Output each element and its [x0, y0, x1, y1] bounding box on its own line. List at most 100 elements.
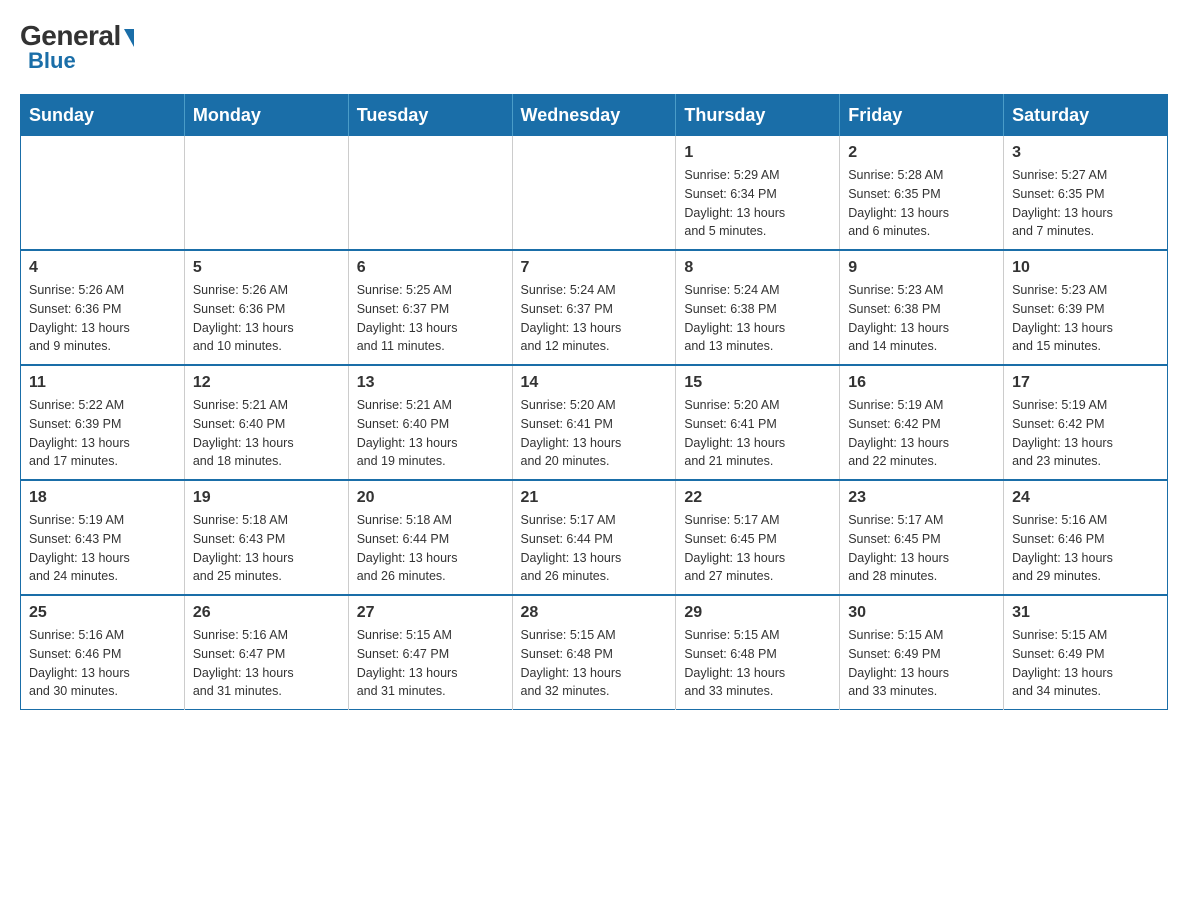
day-number: 31 — [1012, 604, 1159, 622]
calendar-week-row: 4 Sunrise: 5:26 AM Sunset: 6:36 PM Daylig… — [21, 250, 1168, 365]
day-info: Sunrise: 5:23 AM Sunset: 6:39 PM Dayligh… — [1012, 281, 1159, 356]
calendar-day-cell — [512, 136, 676, 250]
day-info: Sunrise: 5:21 AM Sunset: 6:40 PM Dayligh… — [193, 396, 340, 471]
day-number: 29 — [684, 604, 831, 622]
day-number: 20 — [357, 489, 504, 507]
day-of-week-header: Wednesday — [512, 95, 676, 137]
calendar-day-cell: 17 Sunrise: 5:19 AM Sunset: 6:42 PM Dayli… — [1004, 365, 1168, 480]
calendar-week-row: 18 Sunrise: 5:19 AM Sunset: 6:43 PM Dayli… — [21, 480, 1168, 595]
day-number: 24 — [1012, 489, 1159, 507]
day-number: 14 — [521, 374, 668, 392]
calendar-day-cell — [348, 136, 512, 250]
calendar-day-cell: 6 Sunrise: 5:25 AM Sunset: 6:37 PM Daylig… — [348, 250, 512, 365]
day-info: Sunrise: 5:19 AM Sunset: 6:42 PM Dayligh… — [848, 396, 995, 471]
calendar-day-cell: 2Sunrise: 5:28 AM Sunset: 6:35 PM Daylig… — [840, 136, 1004, 250]
calendar-day-cell: 10 Sunrise: 5:23 AM Sunset: 6:39 PM Dayli… — [1004, 250, 1168, 365]
calendar-day-cell — [184, 136, 348, 250]
calendar-day-cell: 20 Sunrise: 5:18 AM Sunset: 6:44 PM Dayli… — [348, 480, 512, 595]
day-info: Sunrise: 5:23 AM Sunset: 6:38 PM Dayligh… — [848, 281, 995, 356]
day-number: 25 — [29, 604, 176, 622]
day-info: Sunrise: 5:22 AM Sunset: 6:39 PM Dayligh… — [29, 396, 176, 471]
day-info: Sunrise: 5:24 AM Sunset: 6:38 PM Dayligh… — [684, 281, 831, 356]
day-number: 21 — [521, 489, 668, 507]
day-number: 23 — [848, 489, 995, 507]
calendar-day-cell: 11 Sunrise: 5:22 AM Sunset: 6:39 PM Dayli… — [21, 365, 185, 480]
calendar-header-row: SundayMondayTuesdayWednesdayThursdayFrid… — [21, 95, 1168, 137]
page-header: General Blue — [20, 20, 1168, 74]
day-number: 12 — [193, 374, 340, 392]
day-number: 2 — [848, 144, 995, 162]
logo-blue-text: Blue — [28, 48, 76, 74]
calendar-day-cell: 25 Sunrise: 5:16 AM Sunset: 6:46 PM Dayli… — [21, 595, 185, 710]
calendar-day-cell: 5 Sunrise: 5:26 AM Sunset: 6:36 PM Daylig… — [184, 250, 348, 365]
day-info: Sunrise: 5:26 AM Sunset: 6:36 PM Dayligh… — [193, 281, 340, 356]
day-number: 13 — [357, 374, 504, 392]
calendar-day-cell — [21, 136, 185, 250]
day-number: 17 — [1012, 374, 1159, 392]
calendar-day-cell: 24Sunrise: 5:16 AM Sunset: 6:46 PM Dayli… — [1004, 480, 1168, 595]
day-info: Sunrise: 5:17 AM Sunset: 6:45 PM Dayligh… — [848, 511, 995, 586]
calendar-week-row: 1 Sunrise: 5:29 AM Sunset: 6:34 PM Daylig… — [21, 136, 1168, 250]
day-of-week-header: Tuesday — [348, 95, 512, 137]
day-number: 19 — [193, 489, 340, 507]
logo: General Blue — [20, 20, 134, 74]
calendar-day-cell: 19Sunrise: 5:18 AM Sunset: 6:43 PM Dayli… — [184, 480, 348, 595]
calendar-day-cell: 12 Sunrise: 5:21 AM Sunset: 6:40 PM Dayli… — [184, 365, 348, 480]
day-info: Sunrise: 5:19 AM Sunset: 6:42 PM Dayligh… — [1012, 396, 1159, 471]
calendar-day-cell: 23 Sunrise: 5:17 AM Sunset: 6:45 PM Dayli… — [840, 480, 1004, 595]
day-info: Sunrise: 5:25 AM Sunset: 6:37 PM Dayligh… — [357, 281, 504, 356]
day-info: Sunrise: 5:20 AM Sunset: 6:41 PM Dayligh… — [521, 396, 668, 471]
day-info: Sunrise: 5:15 AM Sunset: 6:49 PM Dayligh… — [1012, 626, 1159, 701]
day-number: 11 — [29, 374, 176, 392]
day-info: Sunrise: 5:19 AM Sunset: 6:43 PM Dayligh… — [29, 511, 176, 586]
day-number: 5 — [193, 259, 340, 277]
calendar-day-cell: 16 Sunrise: 5:19 AM Sunset: 6:42 PM Dayli… — [840, 365, 1004, 480]
day-info: Sunrise: 5:24 AM Sunset: 6:37 PM Dayligh… — [521, 281, 668, 356]
day-number: 22 — [684, 489, 831, 507]
calendar-day-cell: 18 Sunrise: 5:19 AM Sunset: 6:43 PM Dayli… — [21, 480, 185, 595]
day-number: 28 — [521, 604, 668, 622]
day-number: 4 — [29, 259, 176, 277]
day-info: Sunrise: 5:15 AM Sunset: 6:48 PM Dayligh… — [521, 626, 668, 701]
day-info: Sunrise: 5:15 AM Sunset: 6:48 PM Dayligh… — [684, 626, 831, 701]
calendar-day-cell: 15 Sunrise: 5:20 AM Sunset: 6:41 PM Dayli… — [676, 365, 840, 480]
day-of-week-header: Friday — [840, 95, 1004, 137]
calendar-day-cell: 7 Sunrise: 5:24 AM Sunset: 6:37 PM Daylig… — [512, 250, 676, 365]
day-info: Sunrise: 5:16 AM Sunset: 6:46 PM Dayligh… — [29, 626, 176, 701]
calendar-day-cell: 30 Sunrise: 5:15 AM Sunset: 6:49 PM Dayli… — [840, 595, 1004, 710]
day-info: Sunrise: 5:29 AM Sunset: 6:34 PM Dayligh… — [684, 166, 831, 241]
day-info: Sunrise: 5:16 AM Sunset: 6:47 PM Dayligh… — [193, 626, 340, 701]
day-of-week-header: Monday — [184, 95, 348, 137]
day-info: Sunrise: 5:20 AM Sunset: 6:41 PM Dayligh… — [684, 396, 831, 471]
day-number: 7 — [521, 259, 668, 277]
day-number: 15 — [684, 374, 831, 392]
calendar-table: SundayMondayTuesdayWednesdayThursdayFrid… — [20, 94, 1168, 710]
day-number: 27 — [357, 604, 504, 622]
day-info: Sunrise: 5:21 AM Sunset: 6:40 PM Dayligh… — [357, 396, 504, 471]
calendar-day-cell: 29 Sunrise: 5:15 AM Sunset: 6:48 PM Dayli… — [676, 595, 840, 710]
day-number: 1 — [684, 144, 831, 162]
calendar-body: 1 Sunrise: 5:29 AM Sunset: 6:34 PM Daylig… — [21, 136, 1168, 710]
calendar-day-cell: 8Sunrise: 5:24 AM Sunset: 6:38 PM Daylig… — [676, 250, 840, 365]
calendar-day-cell: 3Sunrise: 5:27 AM Sunset: 6:35 PM Daylig… — [1004, 136, 1168, 250]
day-of-week-header: Sunday — [21, 95, 185, 137]
day-number: 18 — [29, 489, 176, 507]
day-number: 9 — [848, 259, 995, 277]
day-number: 6 — [357, 259, 504, 277]
calendar-week-row: 11 Sunrise: 5:22 AM Sunset: 6:39 PM Dayli… — [21, 365, 1168, 480]
calendar-day-cell: 21 Sunrise: 5:17 AM Sunset: 6:44 PM Dayli… — [512, 480, 676, 595]
day-info: Sunrise: 5:15 AM Sunset: 6:49 PM Dayligh… — [848, 626, 995, 701]
calendar-week-row: 25 Sunrise: 5:16 AM Sunset: 6:46 PM Dayli… — [21, 595, 1168, 710]
logo-arrow-icon — [124, 29, 134, 47]
day-number: 30 — [848, 604, 995, 622]
day-of-week-header: Thursday — [676, 95, 840, 137]
day-info: Sunrise: 5:17 AM Sunset: 6:45 PM Dayligh… — [684, 511, 831, 586]
calendar-day-cell: 13 Sunrise: 5:21 AM Sunset: 6:40 PM Dayli… — [348, 365, 512, 480]
day-number: 16 — [848, 374, 995, 392]
calendar-day-cell: 4Sunrise: 5:26 AM Sunset: 6:36 PM Daylig… — [21, 250, 185, 365]
calendar-day-cell: 27Sunrise: 5:15 AM Sunset: 6:47 PM Dayli… — [348, 595, 512, 710]
day-info: Sunrise: 5:17 AM Sunset: 6:44 PM Dayligh… — [521, 511, 668, 586]
calendar-day-cell: 26Sunrise: 5:16 AM Sunset: 6:47 PM Dayli… — [184, 595, 348, 710]
day-info: Sunrise: 5:18 AM Sunset: 6:44 PM Dayligh… — [357, 511, 504, 586]
day-number: 10 — [1012, 259, 1159, 277]
